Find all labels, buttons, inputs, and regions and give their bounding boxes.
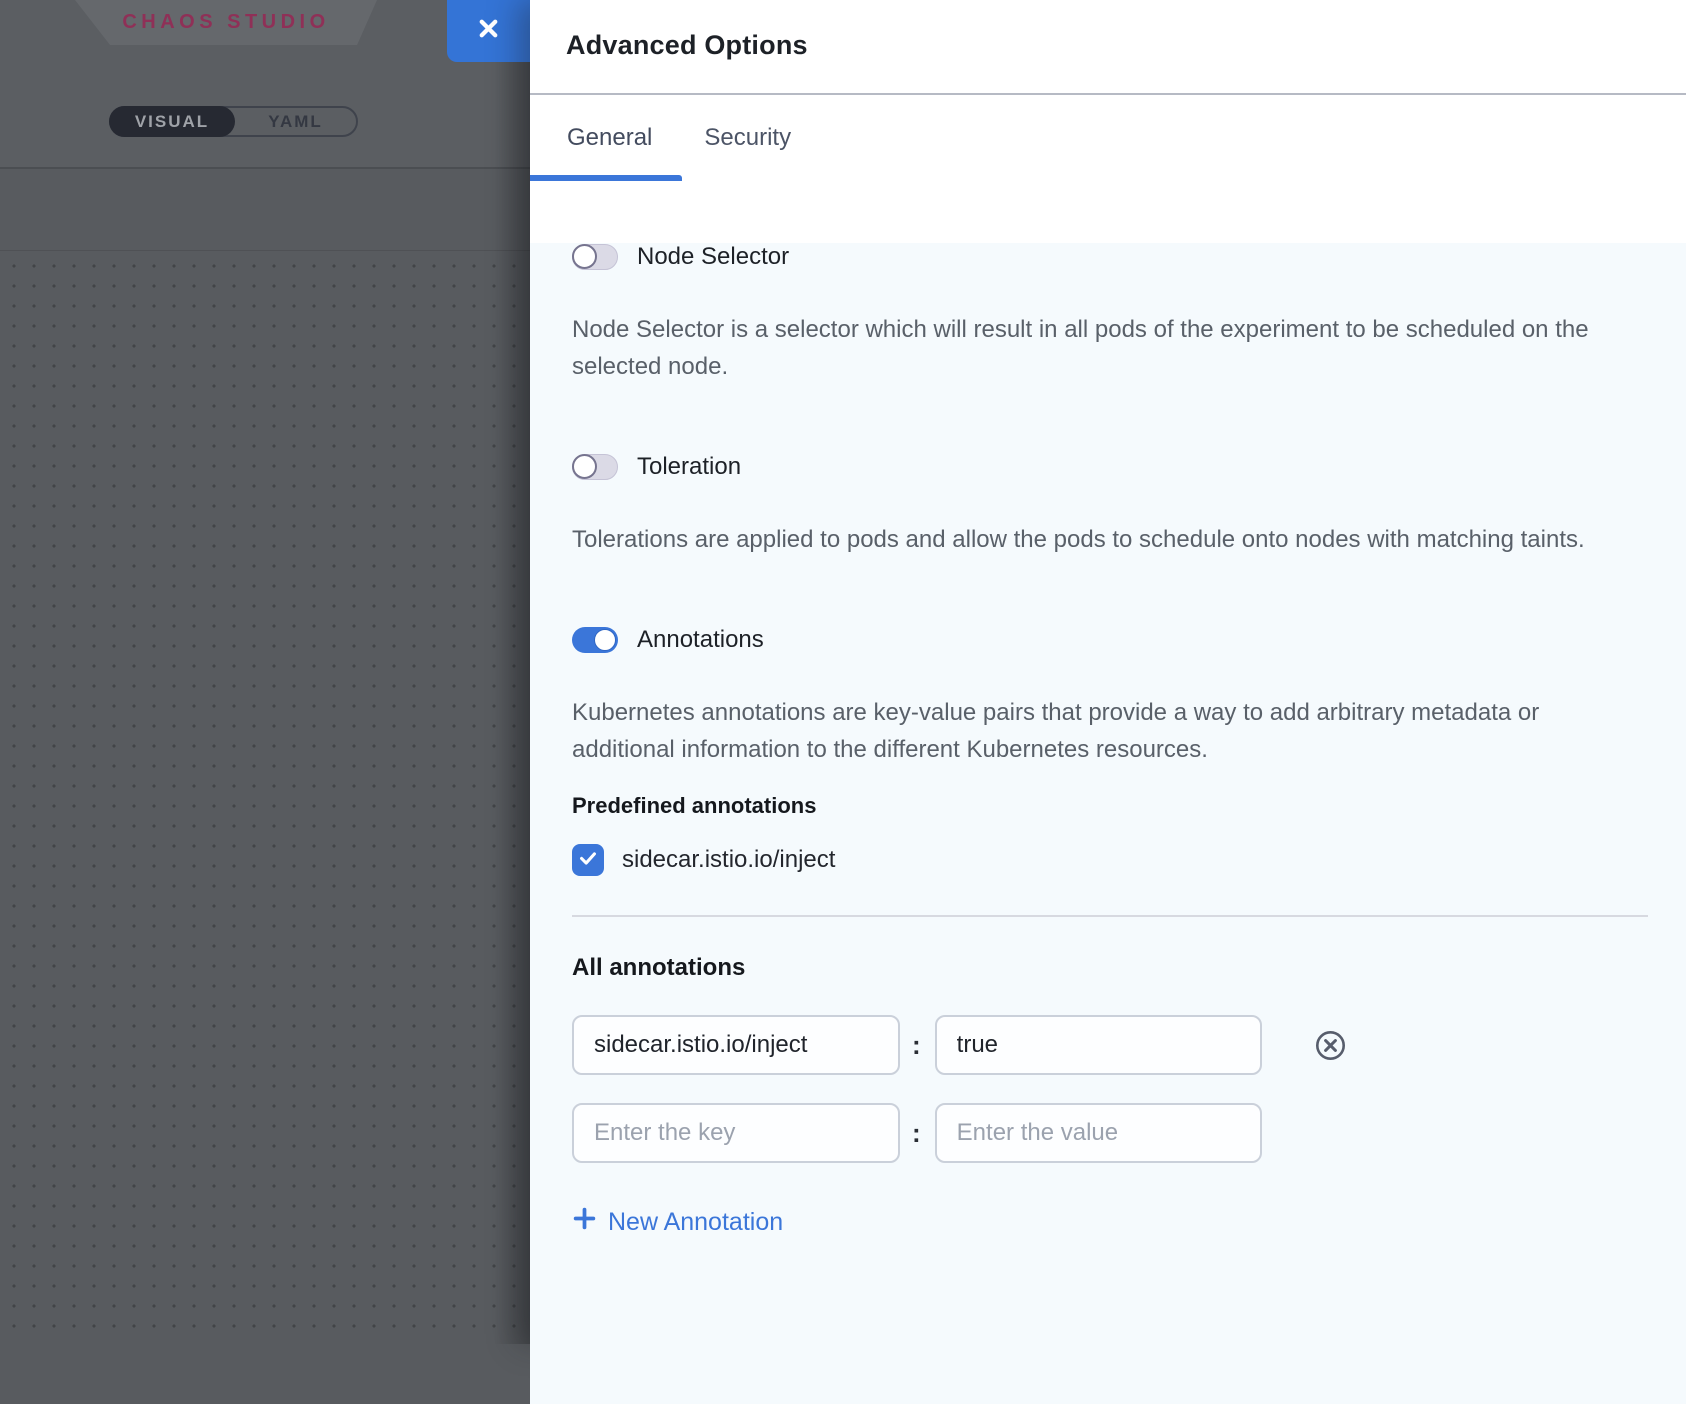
node-selector-description: Node Selector is a selector which will r… — [572, 311, 1602, 385]
annotation-row: : — [572, 1015, 1648, 1075]
predefined-annotation-item: sidecar.istio.io/inject — [572, 844, 1648, 876]
tab-security[interactable]: Security — [704, 124, 791, 152]
annotation-value-input[interactable] — [935, 1103, 1262, 1163]
remove-annotation-icon[interactable] — [1314, 1029, 1347, 1062]
tab-general[interactable]: General — [567, 124, 652, 152]
toggle-knob — [572, 454, 597, 479]
advanced-options-panel: Advanced Options General Security Node S… — [530, 0, 1686, 1344]
annotations-row: Annotations — [572, 626, 1648, 654]
node-selector-label: Node Selector — [637, 243, 789, 271]
panel-header: Advanced Options — [530, 0, 1686, 95]
node-selector-toggle[interactable] — [572, 244, 618, 270]
annotation-value-input[interactable] — [935, 1015, 1262, 1075]
toleration-label: Toleration — [637, 453, 741, 481]
section-divider — [572, 915, 1648, 917]
sidecar-inject-label: sidecar.istio.io/inject — [622, 846, 835, 874]
toggle-knob — [572, 244, 597, 269]
panel-edge-shadow — [494, 0, 530, 1344]
annotation-key-input[interactable] — [572, 1015, 900, 1075]
view-mode-toggle[interactable]: VISUAL YAML — [109, 106, 358, 137]
dimmed-background: CHAOS STUDIO VISUAL YAML — [0, 0, 530, 1344]
app-logo: CHAOS STUDIO — [75, 11, 377, 34]
annotation-row: : — [572, 1103, 1648, 1163]
close-panel-button[interactable] — [447, 0, 530, 62]
toggle-knob — [594, 629, 616, 651]
annotations-label: Annotations — [637, 626, 764, 654]
annotations-description: Kubernetes annotations are key-value pai… — [572, 694, 1602, 768]
node-selector-row: Node Selector — [572, 243, 1648, 271]
annotation-key-input[interactable] — [572, 1103, 900, 1163]
new-annotation-button[interactable]: New Annotation — [572, 1206, 783, 1238]
toleration-toggle[interactable] — [572, 454, 618, 480]
toleration-description: Tolerations are applied to pods and allo… — [572, 521, 1602, 558]
dotted-canvas — [0, 250, 530, 1344]
toolbar-band — [0, 171, 530, 250]
new-annotation-label: New Annotation — [608, 1208, 783, 1237]
all-annotations-heading: All annotations — [572, 954, 1648, 982]
plus-icon — [572, 1206, 597, 1238]
close-icon — [475, 15, 502, 47]
toleration-row: Toleration — [572, 453, 1648, 481]
key-value-separator: : — [912, 1118, 921, 1149]
key-value-separator: : — [912, 1030, 921, 1061]
page-title: Advanced Options — [566, 30, 1686, 61]
active-tab-indicator — [530, 175, 682, 181]
general-tab-content: Node Selector Node Selector is a selecto… — [530, 243, 1686, 1404]
yaml-tab[interactable]: YAML — [235, 108, 356, 135]
sidecar-inject-checkbox[interactable] — [572, 844, 604, 876]
annotations-toggle[interactable] — [572, 627, 618, 653]
predefined-annotations-heading: Predefined annotations — [572, 793, 1648, 819]
visual-tab[interactable]: VISUAL — [109, 106, 235, 137]
checkmark-icon — [577, 847, 599, 874]
tab-bar: General Security — [530, 95, 1686, 181]
